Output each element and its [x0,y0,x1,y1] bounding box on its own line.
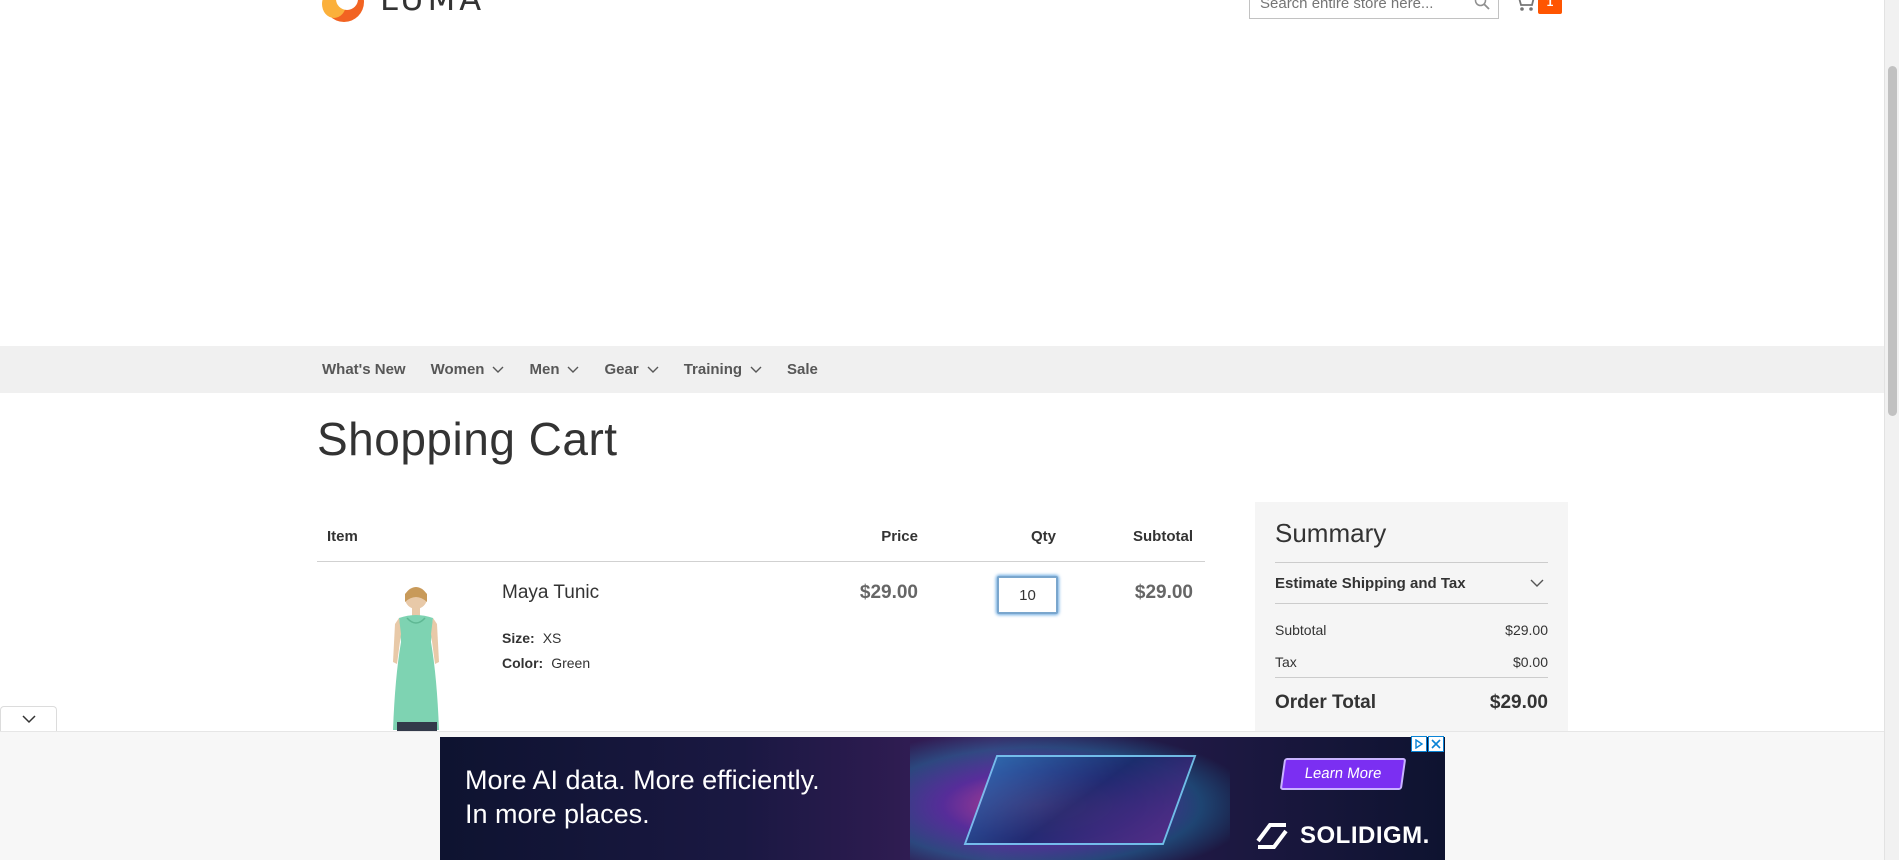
nav-item-label: Training [683,361,743,378]
nav-item-label: What's New [322,361,406,378]
option-label: Size: [502,630,535,646]
quantity-input[interactable] [997,576,1058,614]
ad-headline-line: In more places. [465,799,650,829]
ad-headline-line: More AI data. More efficiently. [465,765,820,795]
option-value: XS [542,630,562,646]
ad-brand-name: SOLIDIGM. [1300,822,1430,849]
column-header-price: Price [881,528,918,545]
ad-banner-container: More AI data. More efficiently. In more … [0,731,1884,860]
tax-value: $0.00 [1512,654,1548,670]
nav-item-training[interactable]: Training [684,361,762,378]
nav-item-women[interactable]: Women [431,361,505,378]
chevron-down-icon [492,366,504,373]
nav-item-label: Sale [787,361,818,378]
order-total-label: Order Total [1275,692,1376,713]
search-input[interactable] [1260,0,1470,18]
order-summary: Summary Estimate Shipping and Tax Subtot… [1255,502,1568,742]
nav-item-whats-new[interactable]: What's New [322,361,406,378]
nav-item-gear[interactable]: Gear [604,361,659,378]
page-title: Shopping Cart [317,413,618,465]
ad-collapse-button[interactable] [0,706,57,732]
page-scrollbar[interactable] [1884,0,1899,860]
product-option-size: Size: XS [502,630,561,646]
summary-title: Summary [1275,518,1387,548]
luma-logo-mark [322,0,366,22]
cart-table-header: Item Price Qty Subtotal [317,520,1205,562]
search-box [1249,0,1499,19]
close-ad-icon[interactable] [1428,736,1444,752]
chevron-down-icon [750,366,762,373]
logo-text: LUMA [380,0,485,18]
store-logo[interactable]: LUMA [322,0,485,22]
column-header-subtotal: Subtotal [1133,528,1193,545]
estimate-shipping-toggle[interactable]: Estimate Shipping and Tax [1275,562,1548,604]
chevron-down-icon [567,366,579,373]
ad-learn-more-button[interactable]: Learn More [1279,758,1407,790]
nav-item-sale[interactable]: Sale [787,361,818,378]
scrollbar-thumb[interactable] [1888,66,1897,416]
column-header-qty: Qty [1030,528,1056,545]
nav-item-label: Women [430,361,485,378]
main-navigation: What's New Women Men Gear Training Sale [0,346,1884,393]
ad-banner[interactable]: More AI data. More efficiently. In more … [440,737,1445,860]
ad-controls [1410,736,1444,752]
chevron-down-icon [22,715,36,724]
product-name-link[interactable]: Maya Tunic [502,582,599,604]
subtotal-label: Subtotal [1275,622,1327,638]
product-image[interactable] [359,582,469,732]
column-header-item: Item [327,528,358,545]
option-value: Green [551,655,591,671]
summary-subtotal-row: Subtotal $29.00 [1275,622,1548,638]
adchoices-icon[interactable] [1411,736,1427,752]
cart-count-badge[interactable]: 1 [1538,0,1562,14]
tax-label: Tax [1275,654,1297,670]
ad-brand-logo: SOLIDIGM. [1252,819,1430,853]
cart-icon[interactable] [1514,0,1536,12]
item-price: $29.00 [859,582,918,603]
page-header: LUMA 1 [0,0,1884,346]
summary-total-row: Order Total $29.00 [1275,677,1548,717]
option-label: Color: [502,655,544,671]
summary-tax-row: Tax $0.00 [1275,654,1548,670]
ad-artwork-board [963,755,1197,845]
solidigm-logo-icon [1256,823,1288,849]
nav-item-label: Gear [604,361,639,378]
cart-table: Item Price Qty Subtotal Maya Tunic Size:… [317,520,1205,742]
shipping-label: Estimate Shipping and Tax [1275,574,1466,592]
cart-item-row: Maya Tunic Size: XS Color: Green $29.00 $2… [317,562,1205,742]
ad-headline: More AI data. More efficiently. In more … [465,763,820,831]
subtotal-value: $29.00 [1505,622,1548,638]
item-subtotal: $29.00 [1134,582,1193,603]
chevron-down-icon [647,366,659,373]
nav-item-label: Men [529,361,560,378]
nav-item-men[interactable]: Men [529,361,579,378]
chevron-down-icon [1530,579,1544,587]
order-total-value: $29.00 [1489,692,1548,713]
search-icon[interactable] [1474,0,1490,10]
product-option-color: Color: Green [502,655,590,671]
